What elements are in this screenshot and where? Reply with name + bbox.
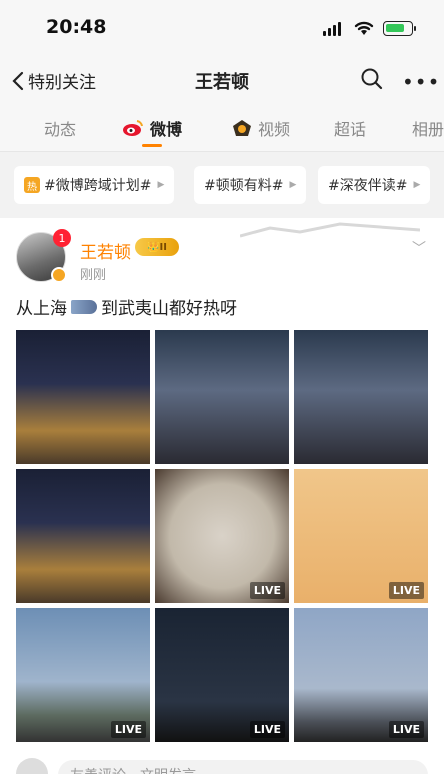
status-bar: 20:48 xyxy=(0,0,444,58)
tab-label: 相册 xyxy=(412,120,444,139)
hot-badge: 热 xyxy=(24,177,40,193)
topic-chips: 热 #微博跨域计划# ▶ #顿顿有料# ▶ #深夜伴读# ▶ xyxy=(0,158,444,214)
chevron-right-icon: ▶ xyxy=(157,180,165,190)
more-icon[interactable]: ••• xyxy=(402,70,440,94)
tab-label: 超话 xyxy=(334,120,367,139)
live-badge: LIVE xyxy=(249,582,285,599)
tab-video[interactable]: 视频 xyxy=(232,116,290,140)
tab-label: 微博 xyxy=(150,120,183,139)
back-label: 特别关注 xyxy=(28,73,96,93)
post-text-part: 从上海 xyxy=(16,299,67,319)
post-time: 刚刚 xyxy=(80,268,107,283)
weibo-post: 1 王若顿 👑 II 刚刚 ﹀ 从上海 到武夷山都好热呀 LIVE LIVE LI… xyxy=(0,218,444,774)
topic-label: #深夜伴读# xyxy=(328,178,408,194)
chevron-down-icon[interactable]: ﹀ xyxy=(412,238,426,258)
weibo-icon xyxy=(123,120,143,136)
status-time: 20:48 xyxy=(46,16,107,38)
video-icon xyxy=(233,120,251,136)
chevron-right-icon: ▶ xyxy=(413,180,421,190)
live-badge: LIVE xyxy=(388,582,424,599)
post-image[interactable]: LIVE xyxy=(294,469,428,603)
level-label: II xyxy=(159,241,167,253)
post-image[interactable] xyxy=(16,469,150,603)
post-image[interactable]: LIVE xyxy=(155,608,289,742)
topic-label: #顿顿有料# xyxy=(204,178,284,194)
live-badge: LIVE xyxy=(388,721,424,738)
post-image[interactable] xyxy=(16,330,150,464)
tab-weibo[interactable]: 微博 xyxy=(122,116,183,147)
post-image[interactable]: LIVE xyxy=(294,608,428,742)
avatar[interactable]: 1 xyxy=(16,229,71,283)
commenter-avatar xyxy=(16,758,48,774)
post-image[interactable] xyxy=(294,330,428,464)
chevron-left-icon xyxy=(12,71,24,90)
post-image[interactable]: LIVE xyxy=(16,608,150,742)
verified-icon xyxy=(51,267,67,283)
chevron-right-icon: ▶ xyxy=(289,180,297,190)
active-tab-indicator xyxy=(142,144,162,147)
nav-bar: 特别关注 王若顿 ••• xyxy=(0,58,444,102)
post-image[interactable] xyxy=(155,330,289,464)
tab-label: 视频 xyxy=(258,120,291,139)
topic-chip[interactable]: #顿顿有料# ▶ xyxy=(194,166,307,204)
post-text: 从上海 到武夷山都好热呀 xyxy=(16,294,237,319)
topic-label: #微博跨域计划# xyxy=(44,178,152,194)
notification-badge: 1 xyxy=(53,229,71,247)
signal-icon xyxy=(323,22,341,36)
live-badge: LIVE xyxy=(249,721,285,738)
search-icon[interactable] xyxy=(360,67,384,91)
wifi-icon xyxy=(354,21,374,35)
profile-tabs: 动态 微博 视频 超话 相册 xyxy=(0,102,444,152)
comment-input[interactable]: 友善评论，文明发言 xyxy=(58,760,428,774)
tab-dynamics[interactable]: 动态 xyxy=(44,116,76,140)
level-badge: 👑 II xyxy=(135,238,179,256)
comment-bar: 友善评论，文明发言 xyxy=(0,746,444,774)
back-button[interactable]: 特别关注 xyxy=(12,68,96,93)
battery-icon xyxy=(383,21,416,36)
tab-super-topic[interactable]: 超话 xyxy=(334,116,366,140)
train-icon xyxy=(71,299,97,314)
topic-chip[interactable]: #深夜伴读# ▶ xyxy=(318,166,431,204)
post-image[interactable]: LIVE xyxy=(155,469,289,603)
tab-album[interactable]: 相册 xyxy=(412,116,444,140)
topic-chip[interactable]: 热 #微博跨域计划# ▶ xyxy=(14,166,175,204)
decorative-header-icon xyxy=(240,222,420,238)
post-text-part: 到武夷山都好热呀 xyxy=(101,299,237,319)
tab-label: 动态 xyxy=(44,120,77,139)
post-username[interactable]: 王若顿 xyxy=(80,238,131,263)
live-badge: LIVE xyxy=(110,721,146,738)
